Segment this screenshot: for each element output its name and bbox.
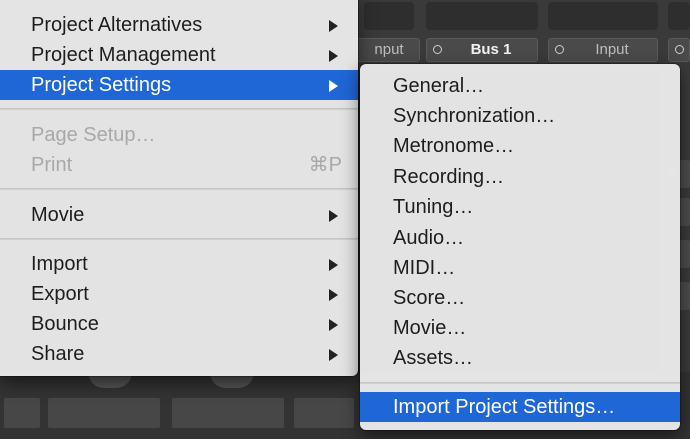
input-slot[interactable]: I bbox=[668, 38, 690, 62]
mixer-slot[interactable] bbox=[548, 2, 658, 30]
menu-item-label: General… bbox=[393, 75, 485, 97]
menu-item-label: Project Settings bbox=[31, 74, 172, 96]
project-settings-submenu: General… Synchronization… Metronome… Rec… bbox=[360, 64, 680, 430]
submenu-arrow-icon bbox=[329, 80, 338, 92]
menu-item-label: Import Project Settings… bbox=[393, 396, 616, 418]
menu-item-label: Import bbox=[31, 253, 88, 275]
menu-item-label: Movie… bbox=[393, 317, 467, 339]
menu-separator bbox=[360, 382, 680, 384]
submenu-item-tuning[interactable]: Tuning… bbox=[360, 192, 680, 222]
menu-item-label: MIDI… bbox=[393, 257, 456, 279]
submenu-arrow-icon bbox=[329, 210, 338, 222]
menu-item-label: Movie bbox=[31, 204, 85, 226]
submenu-arrow-icon bbox=[329, 349, 338, 361]
file-menu: Project Alternatives Project Management … bbox=[0, 0, 358, 376]
submenu-arrow-icon bbox=[329, 319, 338, 331]
bus-slot[interactable]: Bus 1 bbox=[426, 38, 538, 62]
menu-item-export[interactable]: Export bbox=[0, 279, 358, 309]
menu-item-label: Print bbox=[31, 154, 73, 176]
menu-item-label: Export bbox=[31, 283, 89, 305]
mixer-cell[interactable] bbox=[294, 398, 354, 428]
menu-item-label: Score… bbox=[393, 287, 466, 309]
submenu-item-audio[interactable]: Audio… bbox=[360, 223, 680, 253]
menu-item-label: Share bbox=[31, 343, 85, 365]
mixer-slot[interactable] bbox=[364, 2, 414, 30]
menu-item-project-alternatives[interactable]: Project Alternatives bbox=[0, 10, 358, 40]
submenu-arrow-icon bbox=[329, 20, 338, 32]
submenu-item-recording[interactable]: Recording… bbox=[360, 162, 680, 192]
input-slot-label: Input bbox=[595, 41, 629, 58]
submenu-item-midi[interactable]: MIDI… bbox=[360, 253, 680, 283]
link-ring-icon bbox=[433, 45, 442, 54]
submenu-item-synchronization[interactable]: Synchronization… bbox=[360, 101, 680, 131]
menu-item-movie[interactable]: Movie bbox=[0, 200, 358, 230]
menu-item-project-management[interactable]: Project Management bbox=[0, 40, 358, 70]
menu-item-label: Metronome… bbox=[393, 135, 515, 157]
menu-item-label: Assets… bbox=[393, 347, 474, 369]
mixer-slot[interactable] bbox=[426, 2, 538, 30]
submenu-item-movie[interactable]: Movie… bbox=[360, 313, 680, 343]
menu-item-share[interactable]: Share bbox=[0, 339, 358, 369]
shortcut-label: ⌘P bbox=[308, 154, 342, 176]
menu-item-label: Bounce bbox=[31, 313, 99, 335]
input-slot[interactable]: Input bbox=[548, 38, 658, 62]
menu-separator bbox=[0, 108, 358, 110]
menu-item-project-settings[interactable]: Project Settings bbox=[0, 70, 358, 100]
mixer-cell[interactable] bbox=[172, 398, 284, 428]
submenu-arrow-icon bbox=[329, 50, 338, 62]
submenu-item-assets[interactable]: Assets… bbox=[360, 343, 680, 373]
menu-item-bounce[interactable]: Bounce bbox=[0, 309, 358, 339]
menu-item-label: Page Setup… bbox=[31, 124, 156, 146]
menu-item-label: Audio… bbox=[393, 227, 465, 249]
menu-item-print: Print ⌘P bbox=[0, 150, 358, 180]
menu-item-label: Synchronization… bbox=[393, 105, 556, 127]
menu-item-label: Recording… bbox=[393, 166, 505, 188]
menu-item-label: Tuning… bbox=[393, 196, 474, 218]
mixer-cell[interactable] bbox=[48, 398, 160, 428]
submenu-item-import-project-settings[interactable]: Import Project Settings… bbox=[360, 392, 680, 422]
menu-item-import[interactable]: Import bbox=[0, 249, 358, 279]
link-ring-icon bbox=[555, 45, 564, 54]
menu-separator bbox=[0, 238, 358, 240]
mixer-slot[interactable] bbox=[668, 2, 690, 30]
bus-slot-label: Bus 1 bbox=[470, 41, 512, 58]
submenu-item-score[interactable]: Score… bbox=[360, 283, 680, 313]
menu-item-label: Project Alternatives bbox=[31, 14, 203, 36]
submenu-item-metronome[interactable]: Metronome… bbox=[360, 131, 680, 161]
menu-separator bbox=[0, 188, 358, 190]
mixer-cell[interactable] bbox=[4, 398, 40, 428]
menu-item-label: Project Management bbox=[31, 44, 216, 66]
input-slot-label: nput bbox=[374, 41, 404, 58]
menu-item-page-setup: Page Setup… bbox=[0, 120, 358, 150]
submenu-arrow-icon bbox=[329, 289, 338, 301]
link-ring-icon bbox=[675, 45, 684, 54]
submenu-item-general[interactable]: General… bbox=[360, 71, 680, 101]
submenu-arrow-icon bbox=[329, 259, 338, 271]
